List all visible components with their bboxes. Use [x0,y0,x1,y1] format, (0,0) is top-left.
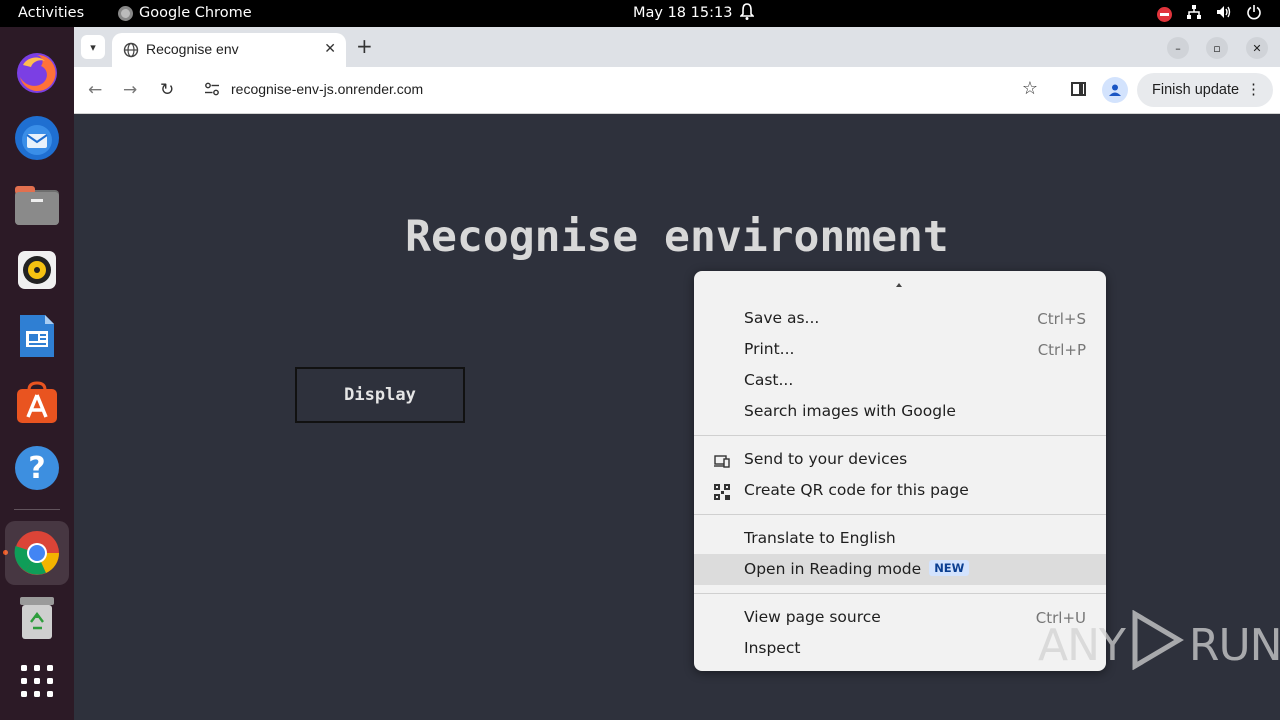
forward-arrow-icon[interactable]: → [123,80,137,100]
trash-icon[interactable] [11,592,63,644]
tab-search-button[interactable]: ▾ [81,35,105,59]
menu-label: Inspect [744,639,801,657]
bookmark-star-icon[interactable]: ☆ [1022,78,1038,99]
reading-mode-label: Open in Reading mode [744,560,922,578]
profile-avatar-icon[interactable] [1102,77,1128,103]
chevron-down-icon: ▾ [90,40,96,54]
tab-recognise-env[interactable]: Recognise env ✕ [112,33,346,67]
anyrun-watermark: ANY RUN [1038,609,1280,681]
watermark-text-right: RUN [1188,620,1280,671]
menu-label: Translate to English [744,529,896,547]
maximize-button[interactable]: ▫ [1206,37,1228,59]
globe-icon [123,42,139,62]
page-heading: Recognise environment [405,212,949,262]
power-icon[interactable] [1246,4,1262,24]
activities-button[interactable]: Activities [18,5,84,21]
menu-label: Send to your devices [744,450,908,468]
rhythmbox-icon[interactable] [11,244,63,296]
address-bar[interactable]: recognise-env-js.onrender.com ☆ [194,73,1050,107]
libreoffice-writer-icon[interactable] [11,310,63,362]
app-name-label: Google Chrome [139,5,252,21]
new-tab-button[interactable]: + [356,35,373,57]
firefox-icon[interactable] [11,47,63,99]
menu-label: Print... [744,340,795,358]
ubuntu-dock: ? [0,27,74,720]
svg-text:?: ? [28,451,45,486]
menu-label: Search images with Google [744,402,956,420]
notification-bell-icon[interactable] [739,3,755,25]
menu-item-translate[interactable]: Translate to English [694,523,1106,554]
menu-separator [694,593,1106,594]
menu-label: Open in Reading mode NEW [744,560,970,578]
menu-item-print[interactable]: Print... Ctrl+P [694,334,1106,365]
finish-update-label: Finish update [1152,82,1240,98]
menu-label: Save as... [744,309,820,327]
menu-item-save-as[interactable]: Save as... Ctrl+S [694,303,1106,334]
thunderbird-icon[interactable] [11,112,63,164]
url-text[interactable]: recognise-env-js.onrender.com [231,81,423,97]
devices-icon [714,453,730,472]
watermark-text-left: ANY [1038,620,1126,671]
qr-code-icon [714,484,730,504]
tab-title: Recognise env [146,41,239,57]
menu-label: Cast... [744,371,794,389]
volume-icon[interactable] [1216,4,1232,24]
browser-toolbar: ← → ↻ recognise-env-js.onrender.com ☆ Fi… [74,67,1280,114]
menu-item-reading-mode[interactable]: Open in Reading mode NEW [694,554,1106,585]
files-icon[interactable] [11,179,63,231]
app-menu[interactable]: Google Chrome [118,5,252,21]
menu-item-create-qr[interactable]: Create QR code for this page [694,475,1106,506]
menu-separator [694,514,1106,515]
app-grid-icon[interactable] [11,655,63,707]
dock-separator [14,509,60,510]
app-center-icon[interactable] [11,376,63,428]
scroll-up-icon[interactable] [896,283,902,287]
system-tray[interactable] [1157,4,1262,24]
display-button[interactable]: Display [295,367,465,423]
menu-item-search-images[interactable]: Search images with Google [694,396,1106,427]
do-not-disturb-icon[interactable] [1157,6,1172,22]
reload-icon[interactable]: ↻ [160,80,174,100]
help-icon[interactable]: ? [11,442,63,494]
menu-shortcut: Ctrl+P [1037,341,1086,359]
menu-item-send-to-devices[interactable]: Send to your devices [694,444,1106,475]
finish-update-button[interactable]: Finish update ⋮ [1137,73,1273,107]
play-icon [1129,609,1185,681]
minimize-button[interactable]: – [1167,37,1189,59]
clock[interactable]: May 18 15:13 [633,5,732,21]
menu-item-cast[interactable]: Cast... [694,365,1106,396]
chrome-icon[interactable] [5,521,69,585]
menu-separator [694,435,1106,436]
gnome-top-bar: Activities Google Chrome May 18 15:13 [0,0,1280,27]
menu-shortcut: Ctrl+S [1037,310,1086,328]
network-icon[interactable] [1186,4,1202,24]
menu-label: View page source [744,608,881,626]
tab-strip: ▾ Recognise env ✕ + – ▫ ✕ [74,27,1280,67]
back-arrow-icon[interactable]: ← [88,80,102,100]
chrome-small-icon [118,5,133,21]
tab-close-icon[interactable]: ✕ [324,41,336,57]
site-info-icon[interactable] [204,81,220,101]
more-menu-icon[interactable]: ⋮ [1246,80,1261,98]
new-badge: NEW [929,560,970,576]
menu-label: Create QR code for this page [744,481,969,499]
side-panel-icon[interactable] [1071,82,1086,96]
close-window-button[interactable]: ✕ [1246,37,1268,59]
